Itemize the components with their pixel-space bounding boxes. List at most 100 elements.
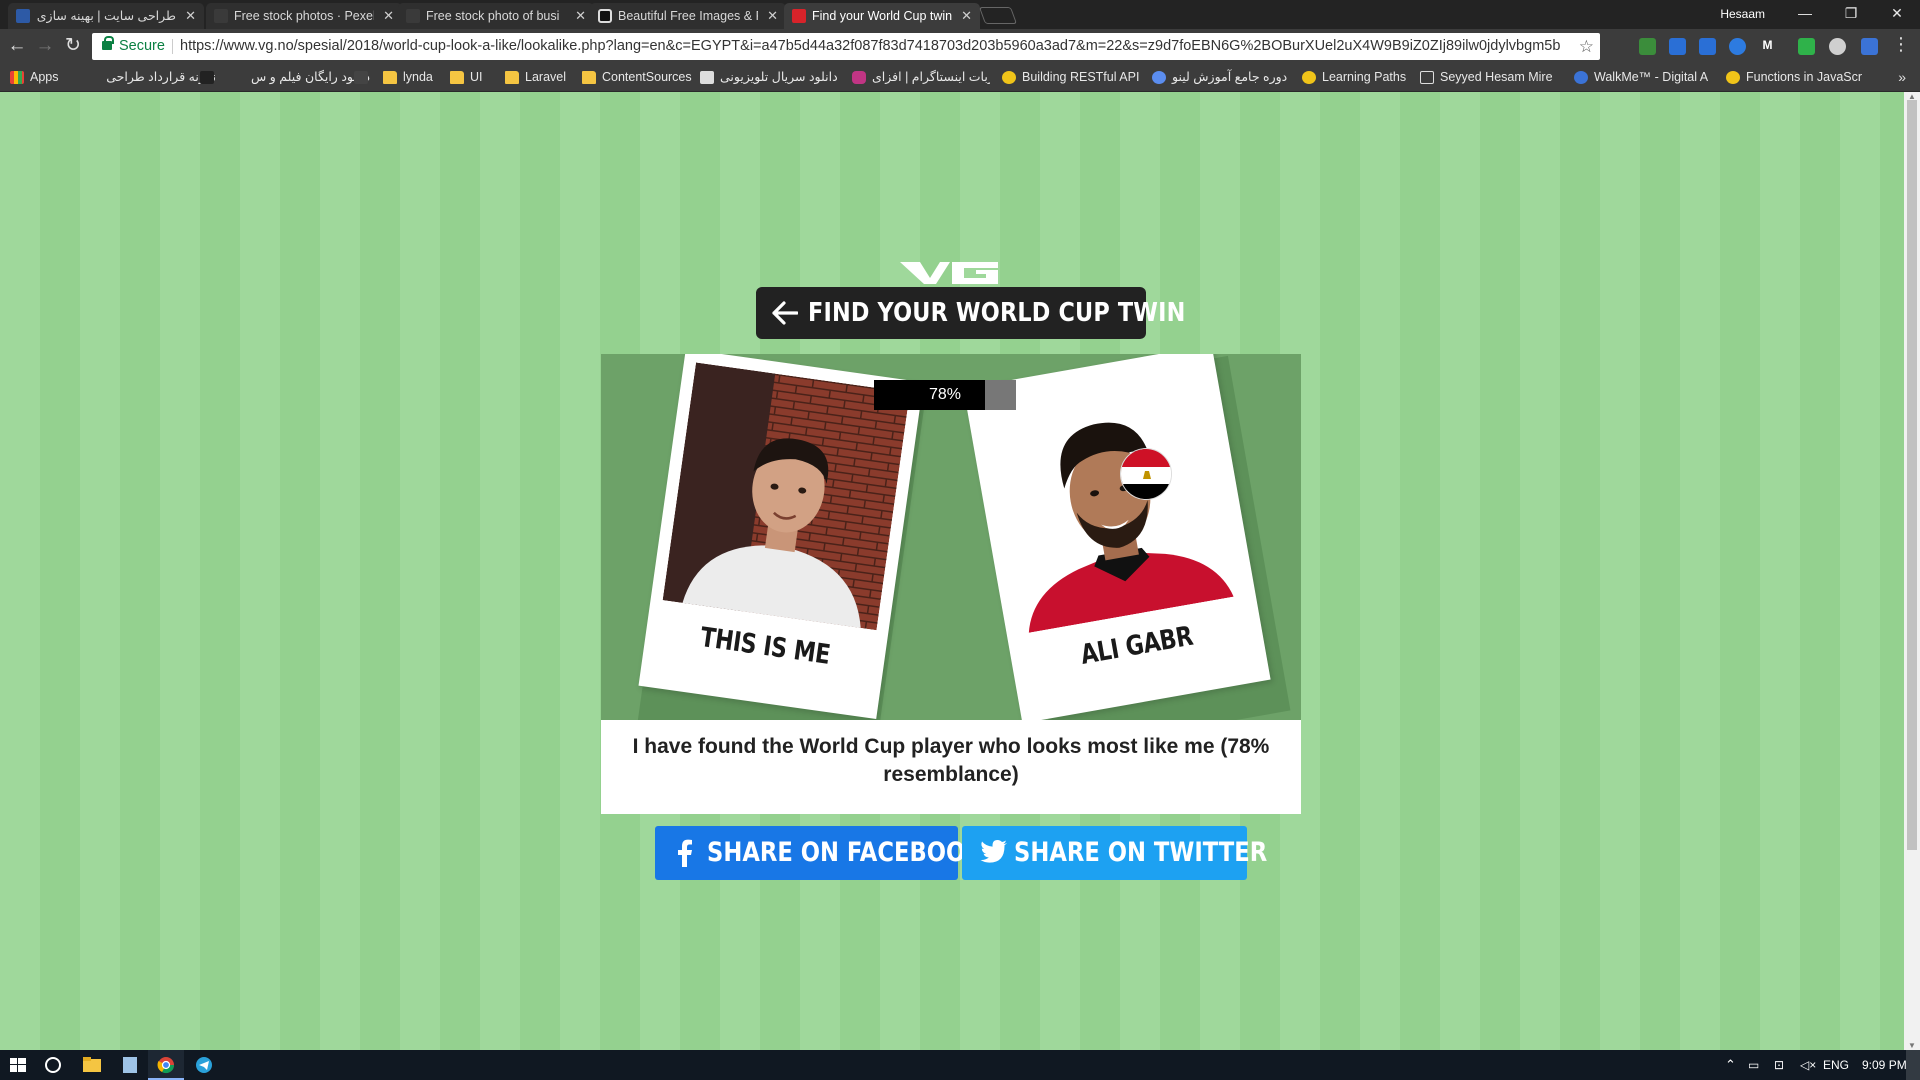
browser-tab[interactable]: Free stock photo of busi ✕	[398, 3, 594, 29]
twitter-icon	[980, 840, 1007, 863]
bookmark-star-icon[interactable]: ☆	[1579, 33, 1594, 60]
forward-icon[interactable]: →	[32, 34, 58, 60]
tab-title: Free stock photos · Pexels	[234, 9, 374, 23]
windows-start-icon[interactable]	[0, 1050, 36, 1080]
folder-icon	[450, 71, 464, 84]
network-icon[interactable]: ⊡	[1774, 1050, 1784, 1080]
tab-title: Find your World Cup twin	[812, 9, 952, 23]
brand-text: VG	[900, 260, 902, 261]
clock[interactable]: 9:09 PM	[1862, 1050, 1907, 1080]
lock-icon	[102, 36, 114, 50]
scroll-thumb[interactable]	[1907, 100, 1917, 850]
extension-icon[interactable]	[1729, 38, 1746, 55]
browser-tab[interactable]: Free stock photos · Pexels ✕	[206, 3, 402, 29]
bookmark-item[interactable]: دوره جامع آموزش لینو	[1150, 64, 1290, 92]
notes-app-icon[interactable]	[112, 1050, 148, 1080]
share-facebook-button[interactable]: SHARE ON FACEBOOK	[655, 826, 983, 880]
language-indicator[interactable]: ENG	[1823, 1050, 1849, 1080]
share-twitter-button[interactable]: SHARE ON TWITTER	[962, 826, 1267, 880]
cortana-search-icon[interactable]	[36, 1050, 72, 1080]
camera-favicon-icon	[598, 9, 612, 23]
close-tab-icon[interactable]: ✕	[383, 3, 394, 29]
browser-tab[interactable]: Beautiful Free Images & P ✕	[590, 3, 786, 29]
bookmark-label: دانلود رایگان فیلم و س	[251, 70, 370, 84]
bookmarks-bar: Apps نمونه قرارداد طراحی دانلود رایگان ف…	[0, 64, 1920, 92]
walkme-icon	[1574, 71, 1588, 84]
file-explorer-icon[interactable]	[74, 1050, 110, 1080]
browser-tab-strip: طراحی سایت | بهینه سازی ✕ Free stock pho…	[0, 0, 1920, 29]
share-twitter-label: SHARE ON TWITTER	[1014, 837, 1268, 868]
extension-icon[interactable]	[1798, 38, 1815, 55]
new-tab-button[interactable]	[978, 7, 1018, 24]
back-title-button[interactable]: FIND YOUR WORLD CUP TWIN	[756, 287, 1185, 339]
bookmark-label: Laravel	[525, 70, 566, 84]
page-icon	[1420, 71, 1434, 84]
extension-icon[interactable]	[1669, 38, 1686, 55]
bookmark-folder-laravel[interactable]: Laravel	[503, 64, 566, 92]
egypt-flag-icon	[1120, 448, 1172, 500]
player-photo	[977, 358, 1244, 635]
bookmark-item[interactable]: نمونه قرارداد طراحی	[76, 64, 216, 92]
close-tab-icon[interactable]: ✕	[767, 3, 778, 29]
close-tab-icon[interactable]: ✕	[961, 3, 972, 29]
page-icon	[1152, 71, 1166, 84]
more-bookmarks-icon[interactable]: »	[1898, 64, 1906, 91]
page-icon	[200, 71, 214, 84]
browser-tab[interactable]: طراحی سایت | بهینه سازی ✕	[8, 3, 204, 29]
pexels-favicon-icon	[406, 9, 420, 23]
extension-icon[interactable]	[1639, 38, 1656, 55]
bookmark-item[interactable]: Functions in JavaScr	[1724, 64, 1864, 92]
volume-icon[interactable]: ◁×	[1800, 1050, 1816, 1080]
bookmark-item[interactable]: ربات اینستاگرام | افزای	[850, 64, 990, 92]
profile-name[interactable]: Hesaam	[1720, 0, 1765, 28]
my-photo	[662, 362, 910, 631]
reload-icon[interactable]: ↻	[60, 34, 86, 60]
bookmark-folder-lynda[interactable]: lynda	[381, 64, 433, 92]
browser-toolbar: ← → ↻ Secure https://www.vg.no/spesial/2…	[0, 29, 1920, 64]
bookmark-item[interactable]: Building RESTful API	[1000, 64, 1140, 92]
close-tab-icon[interactable]: ✕	[185, 3, 196, 29]
bookmark-item[interactable]: WalkMe™ - Digital A	[1572, 64, 1722, 92]
bookmark-label: ربات اینستاگرام | افزای	[872, 70, 990, 84]
menu-icon[interactable]: ⋮	[1892, 34, 1910, 55]
bookmark-label: Building RESTful API	[1022, 70, 1140, 84]
browser-tab-active[interactable]: Find your World Cup twin ✕	[784, 3, 980, 29]
facebook-icon	[678, 839, 692, 867]
extension-icon[interactable]	[1699, 38, 1716, 55]
site-favicon-icon	[16, 9, 30, 23]
bookmark-label: ContentSources	[602, 70, 692, 84]
extension-m-icon[interactable]: M	[1759, 38, 1776, 55]
address-bar[interactable]: Secure https://www.vg.no/spesial/2018/wo…	[92, 33, 1600, 60]
bookmark-item[interactable]: Learning Paths	[1300, 64, 1406, 92]
close-window-icon[interactable]: ✕	[1874, 0, 1920, 28]
scroll-down-icon[interactable]: ▼	[1908, 1041, 1916, 1050]
chrome-taskbar-icon[interactable]	[148, 1050, 184, 1080]
pexels-favicon-icon	[214, 9, 228, 23]
restore-icon[interactable]: ❐	[1828, 0, 1874, 28]
bookmark-label: Apps	[30, 70, 59, 84]
translate-icon[interactable]	[1861, 38, 1878, 55]
globe-icon	[1302, 71, 1316, 84]
tab-title: Free stock photo of busi	[426, 9, 560, 23]
telegram-icon[interactable]	[186, 1050, 222, 1080]
bookmark-folder-contentsources[interactable]: ContentSources	[580, 64, 692, 92]
bookmark-folder-ui[interactable]: UI	[448, 64, 483, 92]
resemblance-meter: 78%	[874, 380, 1016, 410]
folder-icon	[582, 71, 596, 84]
tray-chevron-icon[interactable]: ⌃	[1725, 1050, 1736, 1080]
bookmark-apps[interactable]: Apps	[8, 64, 59, 92]
page-scrollbar[interactable]: ▲ ▼	[1904, 92, 1920, 1050]
bookmark-item[interactable]: Seyyed Hesam Mire	[1418, 64, 1568, 92]
bookmark-item[interactable]: دانلود رایگان فیلم و س	[230, 64, 370, 92]
result-caption: I have found the World Cup player who lo…	[601, 720, 1301, 814]
bookmark-item[interactable]: دانلود سریال تلویزیونی	[698, 64, 838, 92]
minimize-icon[interactable]: —	[1782, 0, 1828, 28]
back-icon[interactable]: ←	[4, 34, 30, 60]
tab-title: طراحی سایت | بهینه سازی	[36, 9, 176, 23]
extension-icon[interactable]	[1829, 38, 1846, 55]
close-tab-icon[interactable]: ✕	[575, 3, 586, 29]
show-desktop-button[interactable]	[1906, 1050, 1920, 1080]
battery-icon[interactable]: ▭	[1748, 1050, 1759, 1080]
url-text[interactable]: https://www.vg.no/spesial/2018/world-cup…	[180, 33, 1560, 60]
vg-logo[interactable]: VG	[900, 260, 1000, 285]
